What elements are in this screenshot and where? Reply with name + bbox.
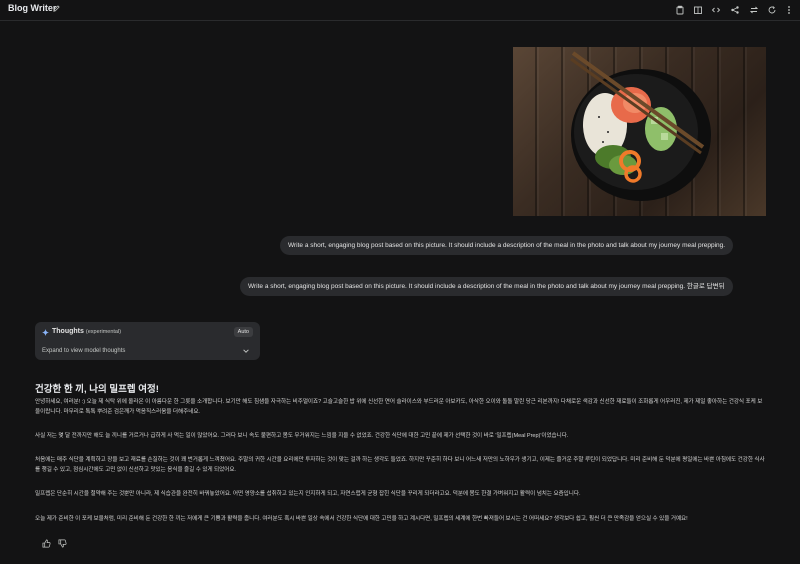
blog-paragraph-3: 처음에는 매주 식단을 계획하고 장을 보고 재료를 손질하는 것이 꽤 번거롭…: [35, 457, 765, 473]
poke-bowl-illustration: [570, 51, 711, 201]
blog-paragraph-2: 사실 저는 몇 달 전까지만 해도 늘 끼니를 거르거나 급하게 사 먹는 일이…: [35, 433, 569, 439]
edit-icon[interactable]: [52, 4, 61, 13]
thoughts-title: Thoughts (experimental): [52, 328, 121, 335]
top-bar: Blog Writer: [0, 0, 800, 21]
clipboard-icon[interactable]: [674, 4, 685, 15]
thumbs-up-icon[interactable]: [42, 539, 51, 548]
code-icon[interactable]: [710, 4, 721, 15]
sparkle-icon: [42, 329, 49, 336]
more-icon[interactable]: [783, 4, 794, 15]
thoughts-panel[interactable]: Thoughts (experimental) Auto Expand to vi…: [35, 322, 260, 360]
app-title: Blog Writer: [8, 3, 57, 13]
refresh-icon[interactable]: [766, 4, 777, 15]
expand-thoughts-text[interactable]: Expand to view model thoughts: [42, 348, 125, 354]
user-prompt-2: Write a short, engaging blog post based …: [240, 277, 733, 296]
blog-title: 건강한 한 끼, 나의 밀프렙 여정!: [35, 384, 159, 395]
chevron-down-icon[interactable]: [242, 347, 250, 355]
compare-icon[interactable]: [748, 4, 759, 15]
user-prompt-1: Write a short, engaging blog post based …: [280, 236, 734, 255]
auto-badge[interactable]: Auto: [233, 327, 253, 337]
blog-paragraph-1: 안녕하세요, 여러분! :) 오늘 제 식탁 위에 올라온 이 아름다운 한 그…: [35, 399, 763, 415]
thumbs-down-icon[interactable]: [58, 539, 67, 548]
book-icon[interactable]: [692, 4, 703, 15]
blog-paragraph-4: 밀프렙은 단순히 시간을 절약해 주는 것뿐만 아니라, 제 식습관을 완전히 …: [35, 491, 581, 497]
thoughts-label: Thoughts: [52, 328, 84, 335]
poke-bowl-photo: [513, 47, 766, 216]
share-icon[interactable]: [729, 4, 740, 15]
blog-paragraph-5: 오늘 제가 준비한 이 포케 보울처럼, 미리 준비해 둔 건강한 한 끼는 저…: [35, 516, 688, 522]
experimental-label: (experimental): [85, 329, 122, 335]
